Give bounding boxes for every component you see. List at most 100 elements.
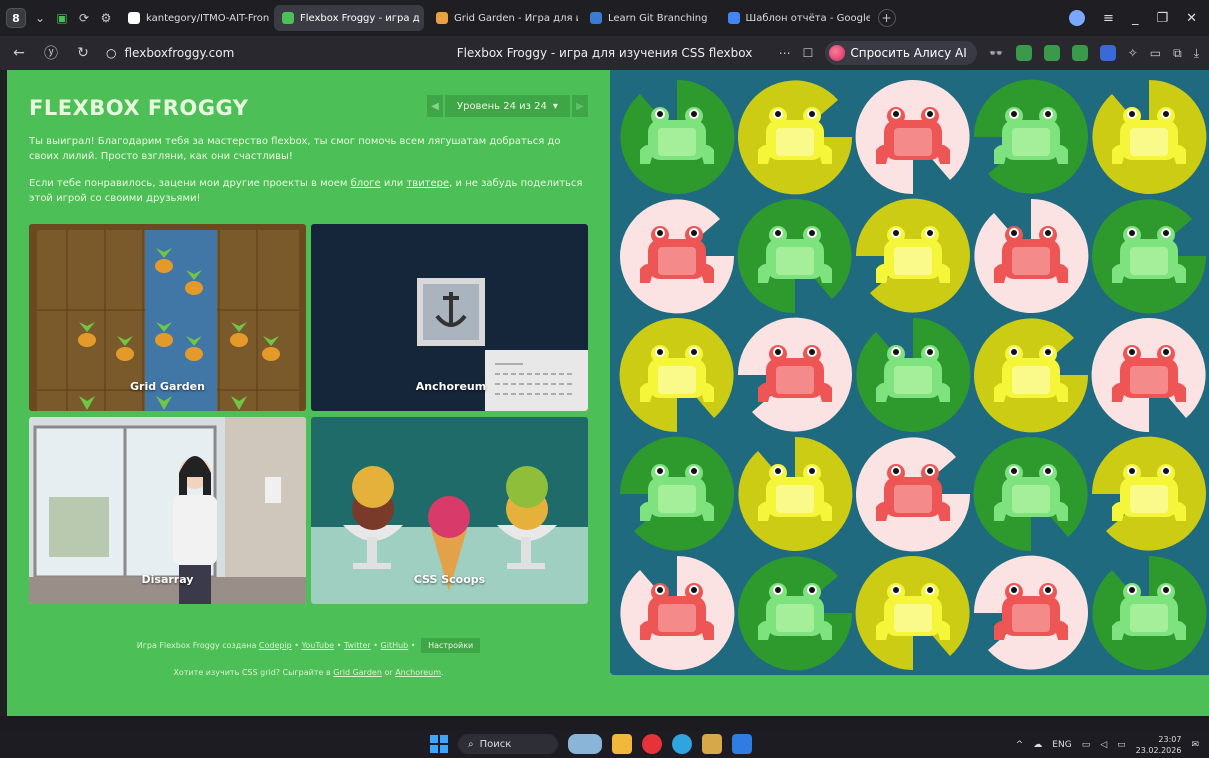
lily-pad-yellow <box>736 435 854 553</box>
next-level-button[interactable]: ▶ <box>571 95 588 117</box>
profile-icon[interactable] <box>1069 10 1086 26</box>
footer-text: Хотите изучить CSS grid? Сыграйте в <box>173 668 334 677</box>
project-grid-garden[interactable]: Grid Garden <box>29 224 306 411</box>
shield-icon: ○ <box>106 46 117 60</box>
chevron-up-icon[interactable]: ^ <box>1016 740 1024 750</box>
back-icon[interactable]: ← <box>10 45 28 61</box>
lily-pad-green <box>618 435 736 553</box>
refresh-tab-icon[interactable]: ⟳ <box>76 10 92 26</box>
lily-pad-red <box>618 554 736 672</box>
extension-icon[interactable] <box>1043 45 1060 61</box>
browser-tab[interactable]: Learn Git Branching <box>582 5 716 31</box>
yandex-icon[interactable]: ⓨ <box>42 43 60 63</box>
search-icon: ⌕ <box>468 738 474 750</box>
project-label: Disarray <box>141 573 194 586</box>
github-link[interactable]: GitHub <box>381 641 409 650</box>
lily-pad-green <box>1090 197 1208 315</box>
new-tab-icon[interactable]: + <box>877 9 896 27</box>
twitter-link[interactable]: твитере <box>406 178 449 189</box>
gear-icon[interactable]: ⚙ <box>98 10 114 26</box>
weather-icon[interactable] <box>568 734 602 754</box>
separator: • <box>334 641 344 650</box>
minimize-icon[interactable]: _ <box>1132 11 1139 26</box>
extension-icon[interactable] <box>1015 45 1032 61</box>
language-indicator[interactable]: ENG <box>1052 740 1071 750</box>
notification-icon[interactable]: ✉ <box>1191 740 1199 750</box>
address-bar: ← ⓨ ↻ ○ flexboxfroggy.com Flexbox Froggy… <box>0 36 1209 70</box>
level-indicator[interactable]: Уровень 24 из 24 ▾ <box>445 95 570 117</box>
clock-time: 23:07 <box>1158 735 1182 744</box>
lily-pad-yellow <box>854 554 972 672</box>
menu-icon[interactable]: ≡ <box>1103 11 1114 26</box>
tab-favicon-icon <box>590 12 602 24</box>
lily-pad-green <box>618 78 736 196</box>
battery-icon[interactable]: ▭ <box>1150 46 1161 60</box>
file-explorer-icon[interactable] <box>612 734 632 754</box>
project-label: CSS Scoops <box>413 573 486 586</box>
url-field[interactable]: ○ flexboxfroggy.com <box>106 46 234 60</box>
lily-pad-yellow <box>736 78 854 196</box>
lily-pad-red <box>854 435 972 553</box>
twitter-footer-link[interactable]: Twitter <box>344 641 371 650</box>
puzzle-icon[interactable]: ✧ <box>1128 46 1138 60</box>
tab-label: kantegory/ITMO-AIT-Fron <box>146 12 270 24</box>
pinned-tab-icon[interactable]: ▣ <box>54 10 70 26</box>
project-disarray[interactable]: Disarray <box>29 417 306 604</box>
browser-tab[interactable]: Шаблон отчёта - Google <box>720 5 870 31</box>
alice-button[interactable]: Спросить Алису AI <box>825 41 977 65</box>
restore-icon[interactable]: ❐ <box>1156 11 1168 26</box>
browser-tab-bar: 8 ⌄ ▣ ⟳ ⚙ kantegory/ITMO-AIT-Fron Flexbox… <box>0 0 1209 36</box>
workspace-badge[interactable]: 8 <box>6 8 26 28</box>
more-icon[interactable]: ⋯ <box>779 46 791 60</box>
telegram-icon[interactable] <box>672 734 692 754</box>
extension-icon[interactable] <box>1071 45 1088 61</box>
browser-tab[interactable]: Grid Garden - Игра для из <box>428 5 578 31</box>
lily-pad-green <box>854 316 972 434</box>
bookmark-icon[interactable]: ☐ <box>803 46 814 60</box>
taskbar-search[interactable]: ⌕ Поиск <box>458 734 558 754</box>
grid-garden-link[interactable]: Grid Garden <box>333 668 382 677</box>
tab-label: Flexbox Froggy - игра д <box>300 12 420 24</box>
lily-pad-red <box>1090 316 1208 434</box>
lily-pad-red <box>736 316 854 434</box>
lily-pad-green <box>736 554 854 672</box>
share-text: или <box>380 178 407 189</box>
download-icon[interactable]: ⤓ <box>1194 46 1199 61</box>
anchoreum-link[interactable]: Anchoreum <box>395 668 441 677</box>
browser-tab[interactable]: Flexbox Froggy - игра д✕ <box>274 5 424 31</box>
chevron-down-icon: ▾ <box>552 100 558 112</box>
tab-label: Grid Garden - Игра для из <box>454 12 578 24</box>
lily-pad-yellow <box>618 316 736 434</box>
app-icon[interactable] <box>732 734 752 754</box>
close-icon[interactable]: ✕ <box>1186 11 1197 26</box>
project-css-scoops[interactable]: CSS Scoops <box>311 417 588 604</box>
youtube-link[interactable]: YouTube <box>302 641 335 650</box>
extension-icon[interactable] <box>1099 45 1116 61</box>
settings-button[interactable]: Настройки <box>421 638 481 653</box>
codepip-link[interactable]: Codepip <box>259 641 292 650</box>
project-anchoreum[interactable]: Anchoreum <box>311 224 588 411</box>
pond-board <box>610 70 1209 675</box>
tab-favicon-icon <box>282 12 294 24</box>
app-icon[interactable] <box>702 734 722 754</box>
sidebar-icon[interactable]: ⧉ <box>1173 46 1182 61</box>
glasses-icon[interactable]: 👓 <box>989 46 1004 60</box>
reload-icon[interactable]: ↻ <box>74 45 92 61</box>
separator: • <box>291 641 302 650</box>
network-icon[interactable]: ▭ <box>1082 740 1091 750</box>
previous-level-button[interactable]: ◀ <box>427 95 443 117</box>
blog-link[interactable]: блоге <box>351 178 381 189</box>
chevron-down-icon[interactable]: ⌄ <box>32 10 48 26</box>
url-text: flexboxfroggy.com <box>124 46 235 60</box>
cloud-icon[interactable]: ☁ <box>1033 740 1042 750</box>
volume-icon[interactable]: ◁ <box>1100 740 1107 750</box>
lily-pad-red <box>972 554 1090 672</box>
footer-grid-promo: Хотите изучить CSS grid? Сыграйте в Grid… <box>7 668 610 677</box>
windows-start-icon[interactable] <box>430 735 448 753</box>
footer-text: . <box>441 668 444 677</box>
yandex-browser-icon[interactable] <box>642 734 662 754</box>
battery-icon[interactable]: ▭ <box>1117 740 1126 750</box>
browser-tab[interactable]: kantegory/ITMO-AIT-Fron <box>120 5 270 31</box>
clock-date: 23.02.2026 <box>1135 746 1182 755</box>
clock[interactable]: 23:07 23.02.2026 <box>1136 734 1182 756</box>
